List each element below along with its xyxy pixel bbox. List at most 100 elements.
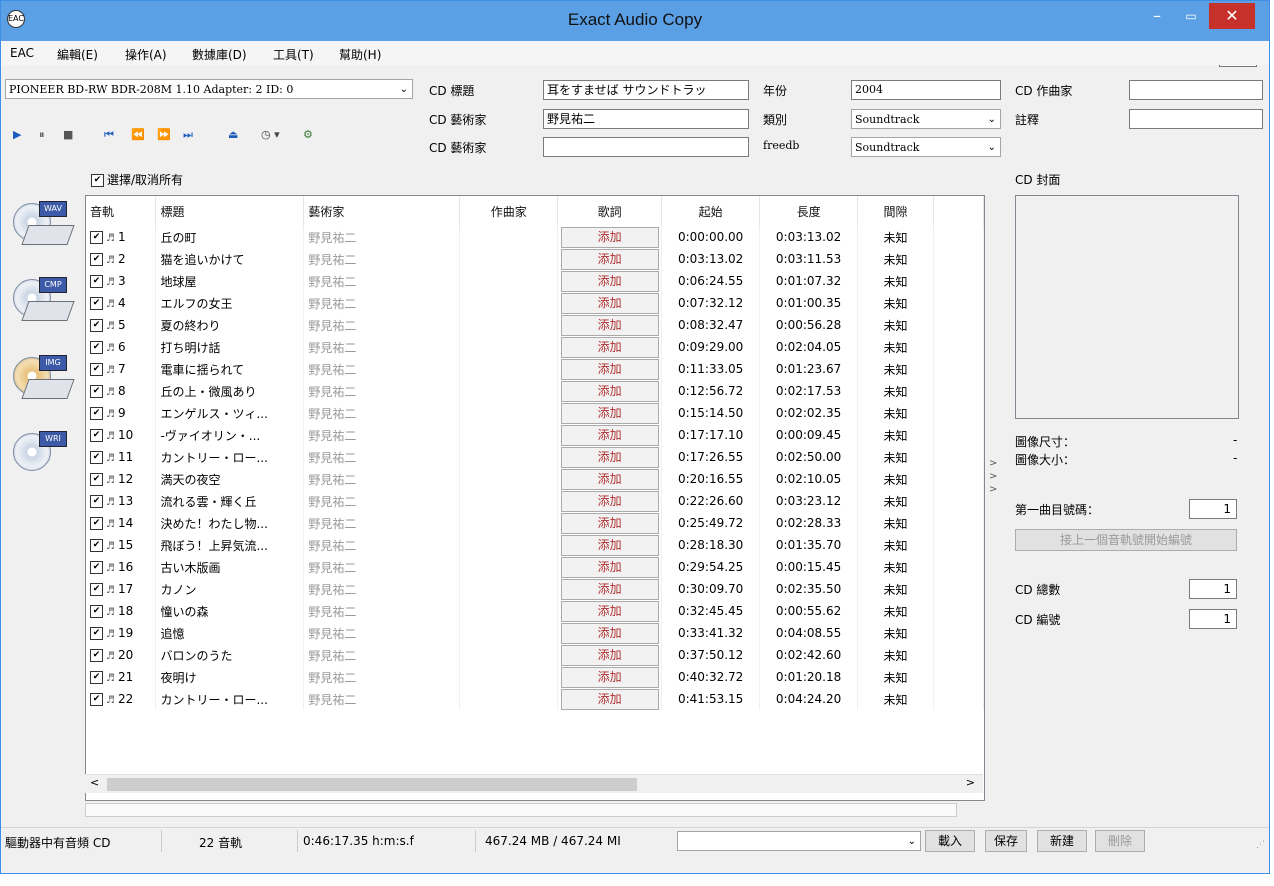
add-lyrics-button[interactable]: 添加 <box>560 490 659 512</box>
checkbox-icon[interactable]: ✔ <box>90 275 103 288</box>
add-lyrics-button[interactable]: 添加 <box>560 402 659 424</box>
track-composer[interactable] <box>459 336 559 358</box>
checkbox-icon[interactable]: ✔ <box>90 363 103 376</box>
table-row[interactable]: ✔ ♬ 21 夜明け 野見祐二 添加 0:40:32.72 0:01:20.18 未知 <box>86 666 984 688</box>
checkbox-icon[interactable]: ✔ <box>90 341 103 354</box>
profile-select[interactable]: ⌄ <box>677 831 921 851</box>
track-artist[interactable]: 野見祐二 <box>303 578 461 600</box>
copy-image-button[interactable]: IMG <box>11 351 75 399</box>
track-cell[interactable]: ✔ ♬ 8 <box>86 380 157 402</box>
checkbox-icon[interactable]: ✔ <box>90 627 103 640</box>
add-lyrics-button[interactable]: 添加 <box>560 666 659 688</box>
add-lyrics-button[interactable]: 添加 <box>560 578 659 600</box>
col-track[interactable]: 音軌 <box>86 196 157 226</box>
track-composer[interactable] <box>459 292 559 314</box>
checkbox-icon[interactable]: ✔ <box>90 297 103 310</box>
add-lyrics-button[interactable]: 添加 <box>560 248 659 270</box>
table-row[interactable]: ✔ ♬ 4 エルフの女王 野見祐二 添加 0:07:32.12 0:01:00.35 未知 <box>86 292 984 314</box>
close-icon[interactable]: ✕ <box>1209 3 1255 29</box>
track-title[interactable]: 丘の町 <box>155 226 305 248</box>
freedb-lookup-icon[interactable]: ⚙ <box>303 128 313 141</box>
genre-select[interactable]: Soundtrack ⌄ <box>851 109 1001 129</box>
track-title[interactable]: バロンのうた <box>155 644 305 666</box>
add-lyrics-button[interactable]: 添加 <box>560 380 659 402</box>
track-artist[interactable]: 野見祐二 <box>303 468 461 490</box>
composer-field[interactable] <box>1129 80 1263 100</box>
track-artist[interactable]: 野見祐二 <box>303 424 461 446</box>
track-composer[interactable] <box>459 358 559 380</box>
add-lyrics-button[interactable]: 添加 <box>560 688 659 710</box>
new-button[interactable]: 新建 <box>1037 830 1087 852</box>
track-title[interactable]: -ヴァイオリン・... <box>155 424 305 446</box>
table-row[interactable]: ✔ ♬ 3 地球屋 野見祐二 添加 0:06:24.55 0:01:07.32 未知 <box>86 270 984 292</box>
table-row[interactable]: ✔ ♬ 15 飛ぼう！上昇気流... 野見祐二 添加 0:28:18.30 0:01:35.7… <box>86 534 984 556</box>
add-lyrics-button[interactable]: 添加 <box>560 534 659 556</box>
track-title[interactable]: 電車に揺られて <box>155 358 305 380</box>
track-cell[interactable]: ✔ ♬ 15 <box>86 534 157 556</box>
track-artist[interactable]: 野見祐二 <box>303 226 461 248</box>
previous-track-icon[interactable]: ⏮ <box>104 128 114 142</box>
track-title[interactable]: 決めた！わたし物... <box>155 512 305 534</box>
checkbox-icon[interactable]: ✔ <box>90 473 103 486</box>
scroll-thumb[interactable] <box>107 778 637 791</box>
table-row[interactable]: ✔ ♬ 22 カントリー・ロー... 野見祐二 添加 0:41:53.15 0:04:24.2… <box>86 688 984 710</box>
track-title[interactable]: 地球屋 <box>155 270 305 292</box>
track-title[interactable]: 古い木版画 <box>155 556 305 578</box>
resize-grip-icon[interactable]: ⋰ <box>1256 840 1265 850</box>
table-row[interactable]: ✔ ♬ 11 カントリー・ロー... 野見祐二 添加 0:17:26.55 0:02:50.0… <box>86 446 984 468</box>
track-composer[interactable] <box>459 248 559 270</box>
pause-icon[interactable]: ⏸ <box>39 128 45 142</box>
table-row[interactable]: ✔ ♬ 18 憧いの森 野見祐二 添加 0:32:45.45 0:00:55.62 未知 <box>86 600 984 622</box>
track-composer[interactable] <box>459 380 559 402</box>
track-composer[interactable] <box>459 446 559 468</box>
checkbox-icon[interactable]: ✔ <box>90 407 103 420</box>
track-artist[interactable]: 野見祐二 <box>303 358 461 380</box>
track-composer[interactable] <box>459 490 559 512</box>
checkbox-icon[interactable]: ✔ <box>90 253 103 266</box>
track-composer[interactable] <box>459 424 559 446</box>
select-all-checkbox[interactable]: ✔ 選擇/取消所有 <box>91 171 183 188</box>
menu-tools[interactable]: 工具(T) <box>273 46 314 63</box>
col-title[interactable]: 標題 <box>155 196 305 226</box>
scroll-right-icon[interactable]: > <box>966 776 975 789</box>
track-cell[interactable]: ✔ ♬ 5 <box>86 314 157 336</box>
track-title[interactable]: 夏の終わり <box>155 314 305 336</box>
table-row[interactable]: ✔ ♬ 7 電車に揺られて 野見祐二 添加 0:11:33.05 0:01:23.67 未知 <box>86 358 984 380</box>
table-row[interactable]: ✔ ♬ 9 エンゲルス・ツィ... 野見祐二 添加 0:15:14.50 0:02:02.35… <box>86 402 984 424</box>
track-cell[interactable]: ✔ ♬ 18 <box>86 600 157 622</box>
track-artist[interactable]: 野見祐二 <box>303 688 461 710</box>
cd-number-field[interactable]: 1 <box>1189 609 1237 629</box>
play-icon[interactable]: ▶ <box>13 128 21 141</box>
track-artist[interactable]: 野見祐二 <box>303 600 461 622</box>
checkbox-icon[interactable]: ✔ <box>90 451 103 464</box>
add-lyrics-button[interactable]: 添加 <box>560 314 659 336</box>
track-cell[interactable]: ✔ ♬ 4 <box>86 292 157 314</box>
track-cell[interactable]: ✔ ♬ 13 <box>86 490 157 512</box>
add-lyrics-button[interactable]: 添加 <box>560 446 659 468</box>
track-cell[interactable]: ✔ ♬ 19 <box>86 622 157 644</box>
table-row[interactable]: ✔ ♬ 17 カノン 野見祐二 添加 0:30:09.70 0:02:35.50 未知 <box>86 578 984 600</box>
track-cell[interactable]: ✔ ♬ 11 <box>86 446 157 468</box>
track-artist[interactable]: 野見祐二 <box>303 248 461 270</box>
track-composer[interactable] <box>459 666 559 688</box>
track-title[interactable]: エンゲルス・ツィ... <box>155 402 305 424</box>
track-artist[interactable]: 野見祐二 <box>303 490 461 512</box>
clock-icon[interactable]: ◷ ▾ <box>261 128 280 141</box>
track-title[interactable]: 丘の上・微風あり <box>155 380 305 402</box>
track-composer[interactable] <box>459 314 559 336</box>
comment-field[interactable] <box>1129 109 1263 129</box>
col-composer[interactable]: 作曲家 <box>459 196 559 226</box>
track-composer[interactable] <box>459 622 559 644</box>
track-title[interactable]: 流れる雲・輝く丘 <box>155 490 305 512</box>
table-row[interactable]: ✔ ♬ 13 流れる雲・輝く丘 野見祐二 添加 0:22:26.60 0:03:23.12 未知 <box>86 490 984 512</box>
track-cell[interactable]: ✔ ♬ 2 <box>86 248 157 270</box>
add-lyrics-button[interactable]: 添加 <box>560 226 659 248</box>
table-row[interactable]: ✔ ♬ 10 -ヴァイオリン・... 野見祐二 添加 0:17:17.10 0:00:09.4… <box>86 424 984 446</box>
track-cell[interactable]: ✔ ♬ 20 <box>86 644 157 666</box>
track-cell[interactable]: ✔ ♬ 14 <box>86 512 157 534</box>
track-artist[interactable]: 野見祐二 <box>303 534 461 556</box>
eject-icon[interactable]: ⏏ <box>228 128 238 141</box>
rewind-icon[interactable]: ⏪ <box>131 128 145 141</box>
add-lyrics-button[interactable]: 添加 <box>560 556 659 578</box>
track-cell[interactable]: ✔ ♬ 1 <box>86 226 157 248</box>
